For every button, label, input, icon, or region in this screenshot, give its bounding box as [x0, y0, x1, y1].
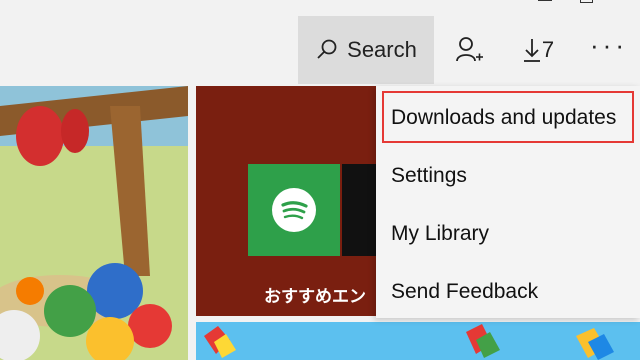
close-button[interactable]: [600, 0, 640, 10]
minimize-button[interactable]: [526, 0, 566, 10]
download-icon: [523, 39, 540, 62]
top-bar: Search 7 ···: [0, 0, 640, 86]
menu-item-my-library[interactable]: My Library: [376, 206, 640, 262]
banner-artwork: [196, 322, 640, 360]
downloads-button[interactable]: 7: [506, 16, 570, 84]
more-options-menu: Downloads and updates Settings My Librar…: [376, 86, 640, 318]
search-label: Search: [347, 37, 417, 62]
add-user-icon: [456, 37, 483, 62]
account-button[interactable]: [440, 16, 498, 84]
menu-item-label: Send Feedback: [391, 280, 539, 303]
spotify-promo-tile[interactable]: おすすめエン: [196, 86, 376, 316]
window-controls: [480, 0, 640, 10]
search-button[interactable]: Search: [298, 16, 434, 84]
promo-caption: おすすめエン: [264, 287, 366, 306]
bottom-banner-tile[interactable]: [196, 322, 640, 360]
menu-item-label: Downloads and updates: [391, 106, 617, 129]
spotify-app-tile[interactable]: [248, 164, 340, 256]
adjacent-app-tile[interactable]: [342, 164, 376, 256]
game-artwork: [0, 86, 188, 360]
search-icon: [317, 39, 337, 59]
download-count: 7: [541, 37, 555, 62]
menu-item-settings[interactable]: Settings: [376, 148, 640, 204]
menu-item-label: Settings: [391, 164, 467, 187]
menu-item-downloads-and-updates[interactable]: Downloads and updates: [376, 90, 640, 146]
menu-item-send-feedback[interactable]: Send Feedback: [376, 264, 640, 320]
more-icon: ···: [590, 29, 628, 60]
spotify-icon: [272, 188, 316, 232]
game-tile[interactable]: [0, 86, 188, 360]
more-button[interactable]: ···: [578, 16, 640, 84]
menu-item-label: My Library: [391, 222, 490, 245]
